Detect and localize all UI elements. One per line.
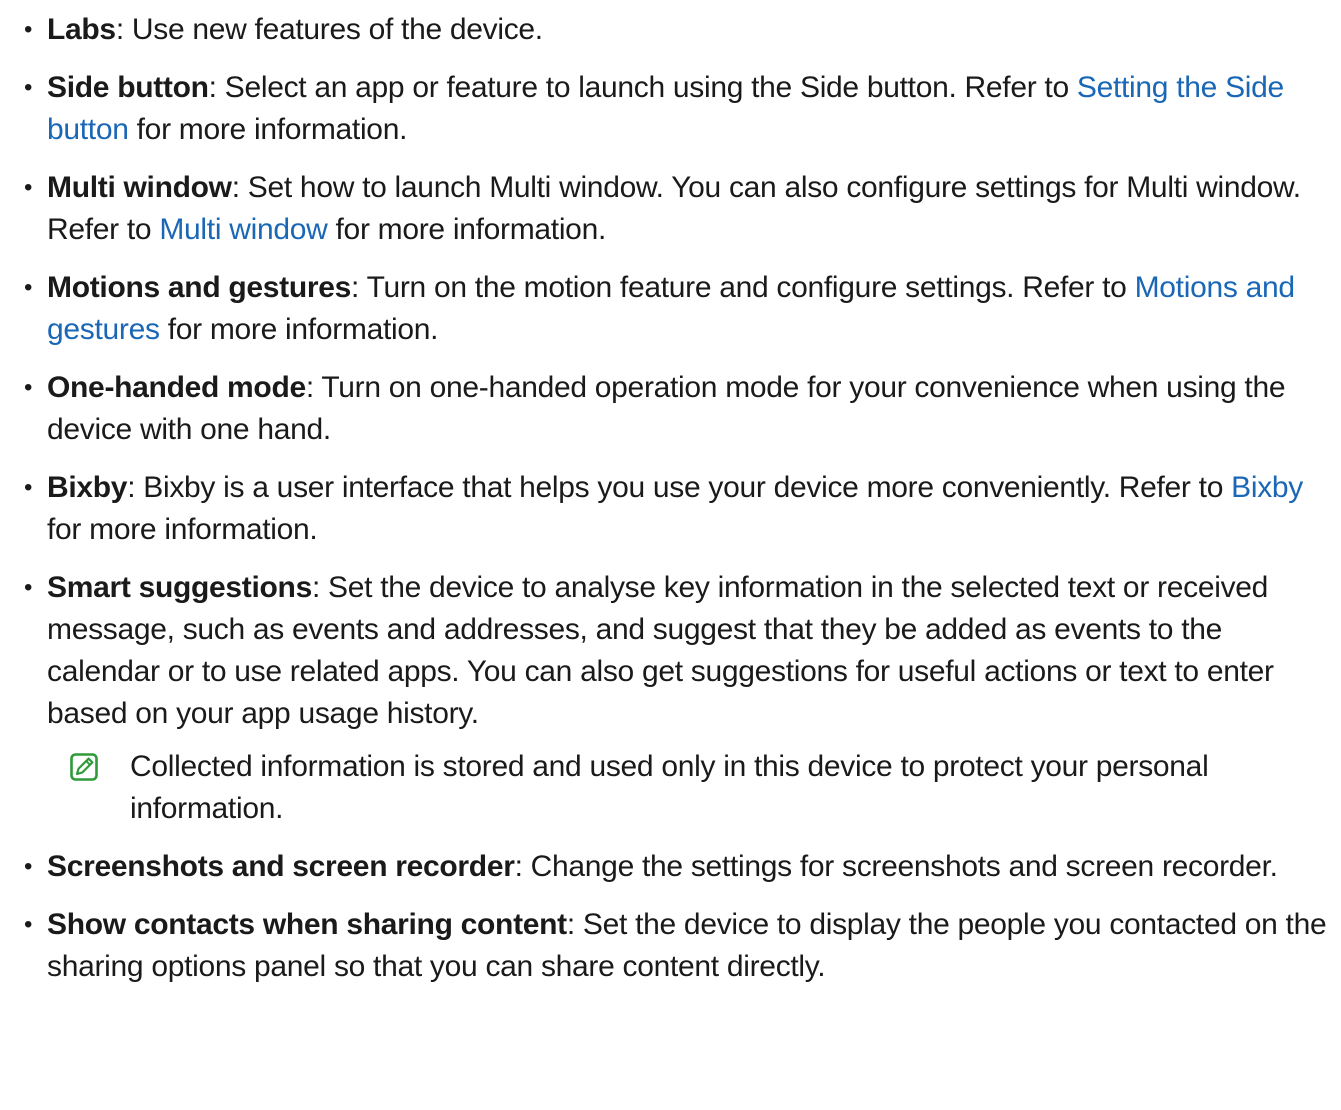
item-description-end: for more information. [159,313,439,346]
list-item-one-handed-mode: • One-handed mode: Turn on one-handed op… [22,367,1337,451]
item-term: Multi window [47,171,232,204]
item-description: : Use new features of the device. [115,13,543,46]
link-multi-window[interactable]: Multi window [159,213,327,246]
note-text: Collected information is stored and used… [130,750,1209,825]
bullet: • [24,911,33,938]
list-item-smart-suggestions: • Smart suggestions: Set the device to a… [22,567,1337,830]
bullet: • [24,374,33,401]
list-item-multi-window: • Multi window: Set how to launch Multi … [22,167,1337,251]
bullet: • [24,174,33,201]
item-term: Labs [47,13,116,46]
bullet: • [24,474,33,501]
link-bixby[interactable]: Bixby [1231,471,1303,504]
item-term: One-handed mode [47,371,306,404]
item-description: : Select an app or feature to launch usi… [208,71,1077,104]
list-item-screenshots-and-screen-recorder: • Screenshots and screen recorder: Chang… [22,846,1337,888]
note-block: Collected information is stored and used… [47,746,1337,830]
item-description: : Turn on the motion feature and configu… [351,271,1135,304]
item-term: Bixby [47,471,128,504]
item-description-end: for more information. [47,513,318,546]
bullet: • [24,853,33,880]
note-pencil-icon [70,753,98,781]
list-item-side-button: • Side button: Select an app or feature … [22,67,1337,151]
item-description-end: for more information. [327,213,607,246]
list-item-bixby: • Bixby: Bixby is a user interface that … [22,467,1337,551]
bullet: • [24,74,33,101]
bullet: • [24,16,33,43]
settings-list: • Labs: Use new features of the device. … [22,9,1337,1004]
list-item-show-contacts-when-sharing-content: • Show contacts when sharing content: Se… [22,904,1337,988]
list-item-motions-and-gestures: • Motions and gestures: Turn on the moti… [22,267,1337,351]
item-term: Smart suggestions [47,571,312,604]
document-page: • Labs: Use new features of the device. … [0,0,1341,1110]
item-description: : Bixby is a user interface that helps y… [127,471,1232,504]
bullet: • [24,574,33,601]
item-term: Show contacts when sharing content [47,908,567,941]
item-term: Screenshots and screen recorder [47,850,515,883]
item-term: Side button [47,71,209,104]
bullet: • [24,274,33,301]
item-description: : Change the settings for screenshots an… [514,850,1278,883]
item-description-end: for more information. [128,113,408,146]
list-item-labs: • Labs: Use new features of the device. [22,9,1337,51]
item-term: Motions and gestures [47,271,352,304]
